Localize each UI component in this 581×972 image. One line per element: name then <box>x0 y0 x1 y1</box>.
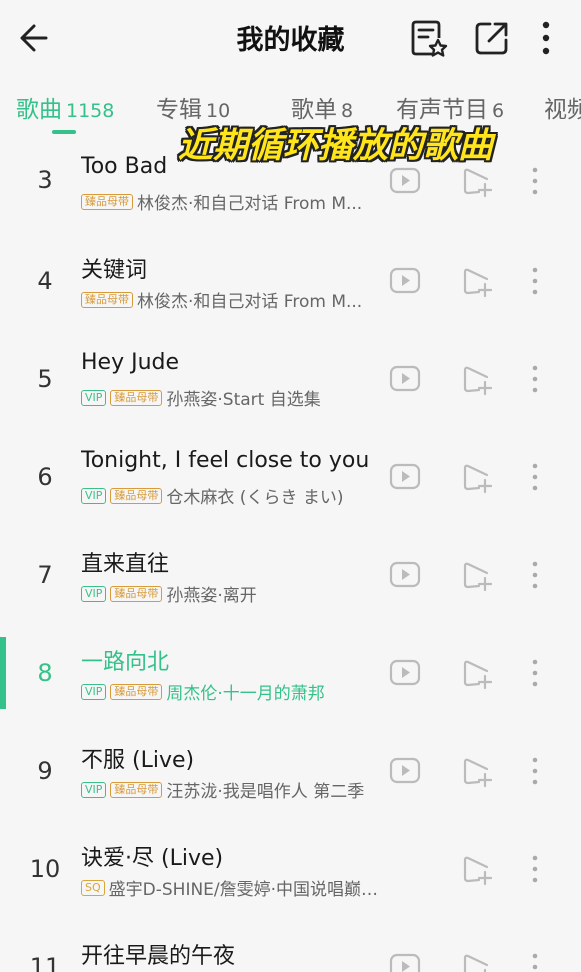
song-subtitle: 臻品母带 林俊杰·和自己对话 From M... <box>81 189 371 213</box>
badge-master: 臻品母带 <box>110 487 163 504</box>
song-subtitle: VIP 臻品母带 周杰伦·十一月的萧邦 <box>81 679 371 703</box>
add-to-playlist-icon[interactable] <box>460 656 494 690</box>
badge-master: 臻品母带 <box>110 781 163 798</box>
more-vertical-icon[interactable] <box>524 16 568 60</box>
playlist-star-icon[interactable] <box>406 16 450 60</box>
more-options-icon[interactable] <box>528 950 542 972</box>
song-artist-album: 孙燕姿·Start 自选集 <box>166 390 321 409</box>
active-tab-indicator <box>52 130 76 134</box>
add-to-playlist-icon[interactable] <box>460 558 494 592</box>
song-artist-album: 周杰伦·十一月的萧邦 <box>166 684 325 703</box>
song-subtitle: VIP 臻品母带 仓木麻衣 (くらき まい) <box>81 483 371 507</box>
song-index: 9 <box>37 757 53 785</box>
song-subtitle: 臻品母带 林俊杰·和自己对话 From M... <box>81 287 371 311</box>
song-subtitle: SQ 盛宇D-SHINE/詹雯婷·中国说唱巅峰对决 <box>81 875 451 899</box>
add-to-playlist-icon[interactable] <box>460 264 494 298</box>
badge-vip: VIP <box>81 389 107 406</box>
mv-play-icon[interactable] <box>388 362 422 396</box>
song-title: 关键词 <box>81 258 148 283</box>
song-row[interactable]: 10 诀爱·尽 (Live) SQ 盛宇D-SHINE/詹雯婷·中国说唱巅峰对决 <box>0 821 581 919</box>
overlay-caption: 近期循环播放的歌曲 <box>178 126 494 166</box>
badge-master: 臻品母带 <box>81 291 133 308</box>
add-to-playlist-icon[interactable] <box>460 164 494 198</box>
more-options-icon[interactable] <box>528 754 542 788</box>
tab-label: 歌曲 <box>16 97 62 123</box>
mv-play-icon[interactable] <box>388 558 422 592</box>
badge-master: 臻品母带 <box>110 683 163 700</box>
badge-master: 臻品母带 <box>81 193 133 210</box>
song-index: 6 <box>37 463 53 491</box>
song-row[interactable]: 4 关键词 臻品母带 林俊杰·和自己对话 From M... <box>0 233 581 331</box>
badge-sq: SQ <box>81 879 105 896</box>
mv-play-icon[interactable] <box>388 754 422 788</box>
song-index: 7 <box>37 561 53 589</box>
more-options-icon[interactable] <box>528 362 542 396</box>
more-options-icon[interactable] <box>528 164 542 198</box>
song-title: 不服 (Live) <box>81 748 195 773</box>
song-index: 10 <box>29 855 61 883</box>
song-row[interactable]: 6 Tonight, I feel close to you VIP 臻品母带 仓木… <box>0 429 581 527</box>
add-to-playlist-icon[interactable] <box>460 754 494 788</box>
song-title: Hey Jude <box>81 350 180 375</box>
song-title: 直来直往 <box>81 552 170 577</box>
mv-play-icon[interactable] <box>388 164 422 198</box>
song-index: 3 <box>37 166 53 194</box>
tab-songs[interactable]: 歌曲 1158 <box>16 90 114 124</box>
back-arrow-icon[interactable] <box>14 18 54 58</box>
song-artist-album: 林俊杰·和自己对话 From M... <box>137 194 363 213</box>
song-row[interactable]: 11 开往早晨的午夜 <box>0 919 581 972</box>
song-artist-album: 汪苏泷·我是唱作人 第二季 <box>166 782 365 801</box>
song-title: 诀爱·尽 (Live) <box>81 846 224 871</box>
tab-label: 视频 <box>544 97 581 123</box>
song-artist-album: 仓木麻衣 (くらき まい) <box>166 488 344 507</box>
song-index: 4 <box>37 267 53 295</box>
mv-play-icon[interactable] <box>388 656 422 690</box>
add-to-playlist-icon[interactable] <box>460 950 494 972</box>
tab-count: 6 <box>492 100 505 122</box>
more-options-icon[interactable] <box>528 656 542 690</box>
song-index: 5 <box>37 365 53 393</box>
more-options-icon[interactable] <box>528 460 542 494</box>
share-icon[interactable] <box>470 16 514 60</box>
badge-vip: VIP <box>81 487 107 504</box>
mv-play-icon[interactable] <box>388 264 422 298</box>
song-index: 8 <box>37 659 53 687</box>
song-title: Tonight, I feel close to you <box>81 448 370 473</box>
mv-play-icon[interactable] <box>388 460 422 494</box>
song-subtitle: VIP 臻品母带 汪苏泷·我是唱作人 第二季 <box>81 777 371 801</box>
mv-play-icon[interactable] <box>388 950 422 972</box>
song-row[interactable]: 5 Hey Jude VIP 臻品母带 孙燕姿·Start 自选集 <box>0 331 581 429</box>
badge-master: 臻品母带 <box>110 389 163 406</box>
badge-master: 臻品母带 <box>110 585 163 602</box>
top-bar: 我的收藏 <box>0 0 581 75</box>
song-list: 3 Too Bad 臻品母带 林俊杰·和自己对话 From M... 4 关键词 … <box>0 135 581 972</box>
tab-count: 1158 <box>66 100 115 122</box>
song-row[interactable]: 7 直来直往 VIP 臻品母带 孙燕姿·离开 <box>0 527 581 625</box>
more-options-icon[interactable] <box>528 558 542 592</box>
song-title: 一路向北 <box>81 650 170 675</box>
song-subtitle: VIP 臻品母带 孙燕姿·离开 <box>81 581 371 605</box>
song-artist-album: 林俊杰·和自己对话 From M... <box>137 292 363 311</box>
add-to-playlist-icon[interactable] <box>460 852 494 886</box>
badge-vip: VIP <box>81 781 107 798</box>
badge-vip: VIP <box>81 585 107 602</box>
song-row[interactable]: 9 不服 (Live) VIP 臻品母带 汪苏泷·我是唱作人 第二季 <box>0 723 581 821</box>
tab-videos[interactable]: 视频 <box>544 90 581 124</box>
song-artist-album: 盛宇D-SHINE/詹雯婷·中国说唱巅峰对决 <box>108 880 389 899</box>
add-to-playlist-icon[interactable] <box>460 460 494 494</box>
badge-vip: VIP <box>81 683 107 700</box>
song-index: 11 <box>29 953 61 972</box>
add-to-playlist-icon[interactable] <box>460 362 494 396</box>
song-row-playing[interactable]: 8 一路向北 VIP 臻品母带 周杰伦·十一月的萧邦 <box>0 625 581 723</box>
more-options-icon[interactable] <box>528 852 542 886</box>
song-title: 开往早晨的午夜 <box>81 944 236 969</box>
song-subtitle: VIP 臻品母带 孙燕姿·Start 自选集 <box>81 385 371 409</box>
more-options-icon[interactable] <box>528 264 542 298</box>
song-artist-album: 孙燕姿·离开 <box>166 586 257 605</box>
